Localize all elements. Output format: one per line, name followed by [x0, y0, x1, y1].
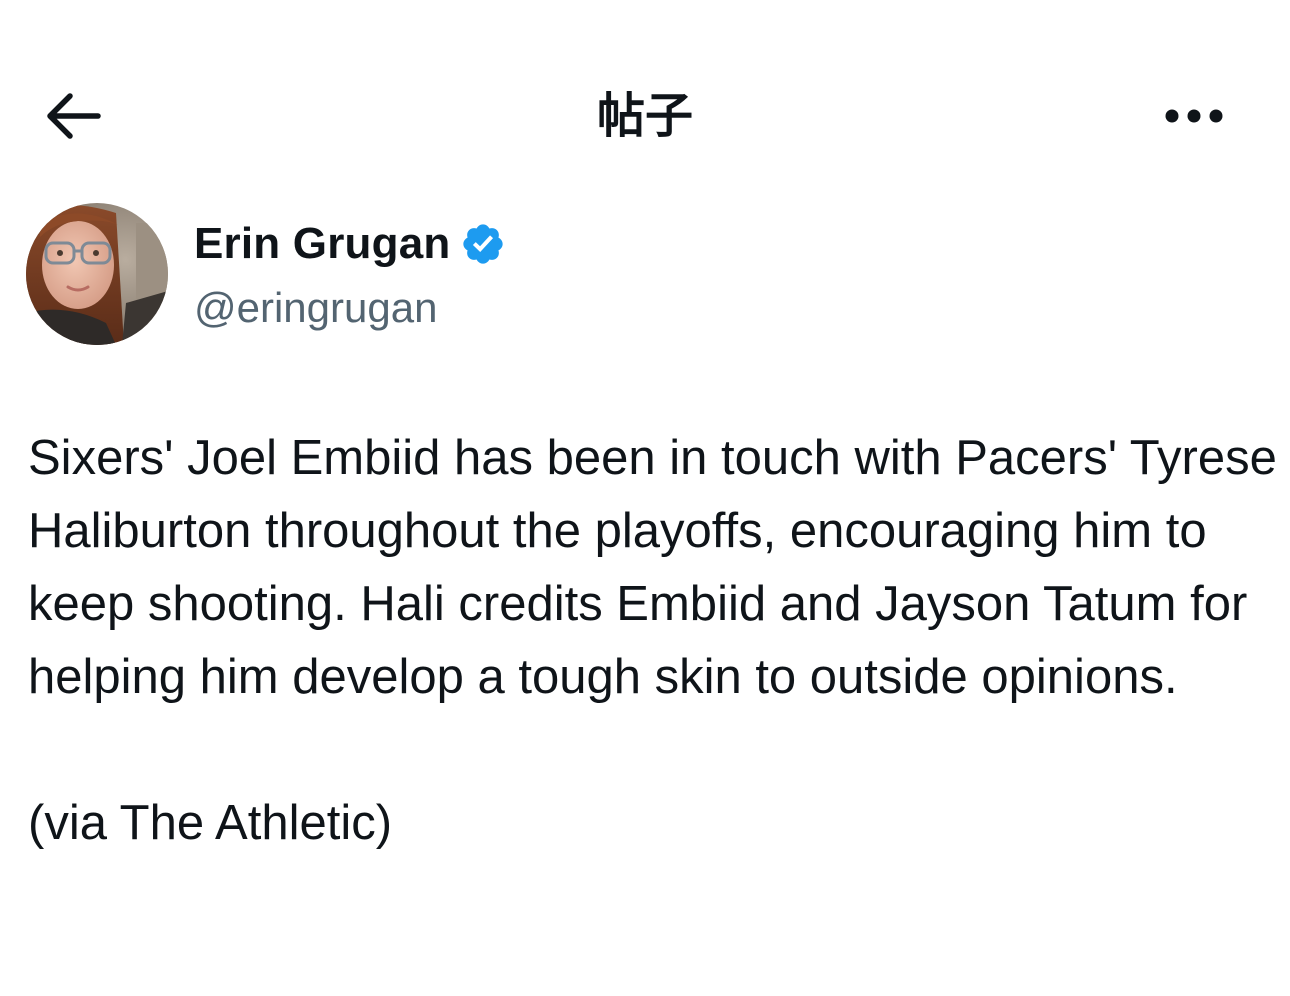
display-name-row: Erin Grugan [194, 217, 506, 271]
tweet-paragraph: Sixers' Joel Embiid has been in touch wi… [28, 431, 1277, 704]
more-horizontal-icon [1165, 109, 1223, 123]
top-nav-bar: 帖子 [0, 60, 1290, 170]
tweet-text: Sixers' Joel Embiid has been in touch wi… [28, 422, 1278, 860]
tweet-author: Erin Grugan @eringrugan [26, 203, 1026, 345]
verified-badge-icon[interactable] [460, 221, 506, 267]
display-name[interactable]: Erin Grugan [194, 217, 450, 271]
more-options-button[interactable] [1158, 96, 1230, 136]
avatar[interactable] [26, 203, 168, 345]
avatar-image [26, 203, 168, 345]
tweet-source-line: (via The Athletic) [28, 796, 393, 850]
page-title: 帖子 [596, 88, 693, 144]
user-handle[interactable]: @eringrugan [194, 281, 437, 335]
